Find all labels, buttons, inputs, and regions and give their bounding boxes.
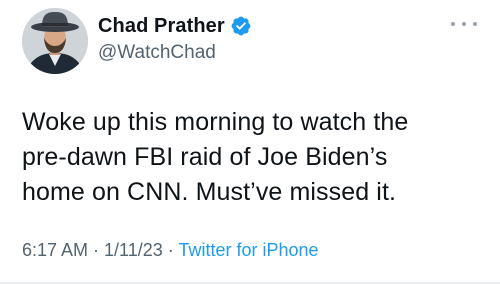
avatar[interactable] [22, 8, 88, 74]
avatar-image [22, 8, 88, 74]
tweet-metadata: 6:17 AM · 1/11/23 · Twitter for iPhone [22, 240, 319, 261]
verified-badge-icon [230, 15, 252, 37]
more-dot [451, 22, 455, 26]
tweet-date[interactable]: 1/11/23 [104, 240, 163, 260]
more-dot [462, 22, 466, 26]
author-name-row[interactable]: Chad Prather [98, 13, 252, 39]
user-handle[interactable]: @WatchChad [98, 42, 216, 64]
display-name[interactable]: Chad Prather [98, 15, 225, 38]
more-options-icon[interactable] [451, 17, 477, 31]
more-dot [473, 22, 477, 26]
tweet-card: Chad Prather @WatchChad Woke up this mor… [0, 0, 500, 284]
meta-separator: · [162, 240, 179, 260]
tweet-source-link[interactable]: Twitter for iPhone [178, 240, 318, 260]
tweet-text: Woke up this morning to watch the pre-da… [22, 108, 409, 206]
tweet-time[interactable]: 6:17 AM [22, 240, 88, 260]
meta-separator: · [88, 240, 105, 260]
